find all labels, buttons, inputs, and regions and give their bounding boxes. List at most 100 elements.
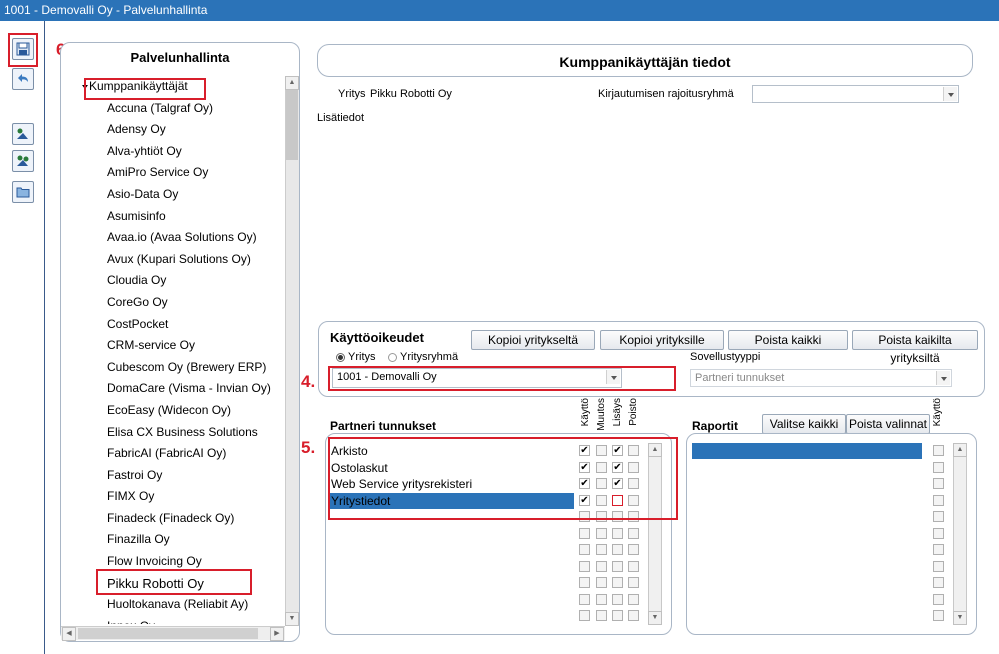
permission-checkbox[interactable] — [628, 593, 639, 605]
nav-tree[interactable]: Kumppanikäyttäjät Accuna (Talgraf Oy) Ade… — [61, 76, 285, 624]
annotation-box-partner-rights — [328, 437, 678, 520]
permission-checkbox[interactable] — [579, 560, 590, 572]
login-group-label: Kirjautumisen rajoitusryhmä — [598, 88, 734, 100]
report-checkbox[interactable] — [933, 544, 944, 555]
scroll-up-icon[interactable]: ▲ — [285, 76, 299, 90]
permission-checkbox[interactable] — [596, 544, 607, 555]
nav-item[interactable]: AmiPro Service Oy — [61, 162, 285, 184]
scroll-down-icon[interactable]: ▼ — [285, 612, 299, 626]
nav-item[interactable]: Avaa.io (Avaa Solutions Oy) — [61, 227, 285, 249]
user-tree-icon[interactable] — [12, 123, 34, 145]
annotation-box-selected-company — [96, 569, 252, 595]
remove-all-companies-button[interactable]: Poista kaikilta yrityksiltä — [852, 330, 978, 365]
chevron-down-icon — [943, 87, 957, 101]
permission-checkbox[interactable] — [612, 593, 623, 605]
permission-checkbox[interactable] — [596, 593, 607, 605]
permission-checkbox[interactable] — [628, 610, 639, 621]
nav-item[interactable]: Finadeck (Finadeck Oy) — [61, 508, 285, 530]
nav-item[interactable]: DomaCare (Visma - Invian Oy) — [61, 378, 285, 400]
partner-title: Partneri tunnukset — [330, 419, 437, 433]
permission-checkbox[interactable] — [579, 610, 590, 621]
permission-checkbox[interactable] — [612, 560, 623, 572]
scroll-right-icon[interactable]: ▶ — [270, 627, 284, 641]
nav-item[interactable]: Accuna (Talgraf Oy) — [61, 98, 285, 120]
report-checkbox[interactable] — [933, 527, 944, 539]
permission-checkbox[interactable] — [612, 527, 623, 539]
user-tree-alt-icon[interactable] — [12, 150, 34, 172]
folder-icon[interactable] — [12, 181, 34, 203]
permission-checkbox[interactable] — [628, 560, 639, 572]
nav-item[interactable]: Fastroi Oy — [61, 465, 285, 487]
nav-item[interactable]: Cubescom Oy (Brewery ERP) — [61, 357, 285, 379]
radio-group[interactable] — [388, 353, 397, 362]
permission-checkbox[interactable] — [579, 577, 590, 588]
nav-item[interactable]: EcoEasy (Widecon Oy) — [61, 400, 285, 422]
nav-item[interactable]: Elisa CX Business Solutions — [61, 422, 285, 444]
scroll-down-icon[interactable]: ▼ — [648, 611, 662, 625]
nav-item[interactable]: Avux (Kupari Solutions Oy) — [61, 249, 285, 271]
report-checkbox[interactable] — [933, 511, 944, 522]
nav-item[interactable]: Finazilla Oy — [61, 529, 285, 551]
reports-selected-row[interactable] — [692, 443, 922, 459]
nav-item[interactable]: Innox Oy — [61, 616, 285, 624]
copy-from-company-button[interactable]: Kopioi yritykseltä — [471, 330, 595, 350]
permission-checkbox[interactable] — [596, 560, 607, 572]
select-all-button[interactable]: Valitse kaikki — [762, 414, 846, 434]
report-checkbox[interactable] — [933, 610, 944, 621]
report-checkbox[interactable] — [933, 494, 944, 506]
login-group-select[interactable] — [752, 85, 959, 103]
permission-checkbox[interactable] — [596, 527, 607, 539]
nav-item[interactable]: CRM-service Oy — [61, 335, 285, 357]
report-checkbox[interactable] — [933, 560, 944, 572]
remove-selected-button[interactable]: Poista valinnat — [846, 414, 930, 434]
permission-checkbox[interactable] — [596, 610, 607, 621]
permission-checkbox[interactable] — [612, 610, 623, 621]
radio-company[interactable] — [336, 353, 345, 362]
nav-item[interactable]: CoreGo Oy — [61, 292, 285, 314]
permission-checkbox[interactable] — [628, 544, 639, 555]
radio-group-label: Yritysryhmä — [400, 351, 459, 363]
report-checkbox[interactable] — [933, 577, 944, 588]
permission-checkbox[interactable] — [579, 527, 590, 539]
scroll-left-icon[interactable]: ◀ — [62, 627, 76, 641]
permission-checkbox[interactable] — [628, 527, 639, 539]
scroll-up-icon[interactable]: ▲ — [953, 443, 967, 457]
nav-item[interactable]: Asumisinfo — [61, 206, 285, 228]
rights-title: Käyttöoikeudet — [330, 330, 424, 345]
extra-info-label: Lisätiedot — [317, 112, 365, 124]
divider — [44, 21, 45, 654]
report-checkbox[interactable] — [933, 445, 944, 456]
nav-item[interactable]: Cloudia Oy — [61, 270, 285, 292]
nav-item[interactable]: FabricAI (FabricAI Oy) — [61, 443, 285, 465]
col-header-modify: Muutos — [596, 398, 607, 431]
permission-checkbox[interactable] — [612, 544, 623, 555]
nav-item[interactable]: Asio-Data Oy — [61, 184, 285, 206]
nav-item[interactable]: Huoltokanava (Reliabit Ay) — [61, 594, 285, 616]
permission-checkbox[interactable] — [612, 577, 623, 588]
chevron-down-icon — [936, 371, 950, 385]
annotation-5: 5. — [301, 438, 316, 457]
annotation-box-root — [84, 78, 206, 100]
permission-checkbox[interactable] — [579, 544, 590, 555]
report-checkbox[interactable] — [933, 461, 944, 473]
copy-to-companies-button[interactable]: Kopioi yrityksille — [600, 330, 724, 350]
nav-hscroll-thumb[interactable] — [78, 628, 258, 639]
nav-scroll-thumb[interactable] — [286, 90, 298, 160]
nav-item[interactable]: Alva-yhtiöt Oy — [61, 141, 285, 163]
nav-item[interactable]: CostPocket — [61, 314, 285, 336]
report-checkbox[interactable] — [933, 593, 944, 605]
nav-item[interactable]: Adensy Oy — [61, 119, 285, 141]
nav-item[interactable]: FIMX Oy — [61, 486, 285, 508]
reports-col-header-use: Käyttö — [932, 398, 943, 427]
reports-scrollbar[interactable] — [953, 443, 967, 625]
save-icon[interactable] — [12, 38, 34, 60]
scroll-down-icon[interactable]: ▼ — [953, 611, 967, 625]
app-type-select[interactable]: Partneri tunnukset — [690, 369, 952, 387]
remove-all-button[interactable]: Poista kaikki — [728, 330, 848, 350]
annotation-box-company-select — [328, 366, 676, 391]
permission-checkbox[interactable] — [596, 577, 607, 588]
undo-icon[interactable] — [12, 68, 34, 90]
permission-checkbox[interactable] — [579, 593, 590, 605]
report-checkbox[interactable] — [933, 478, 944, 489]
permission-checkbox[interactable] — [628, 577, 639, 588]
